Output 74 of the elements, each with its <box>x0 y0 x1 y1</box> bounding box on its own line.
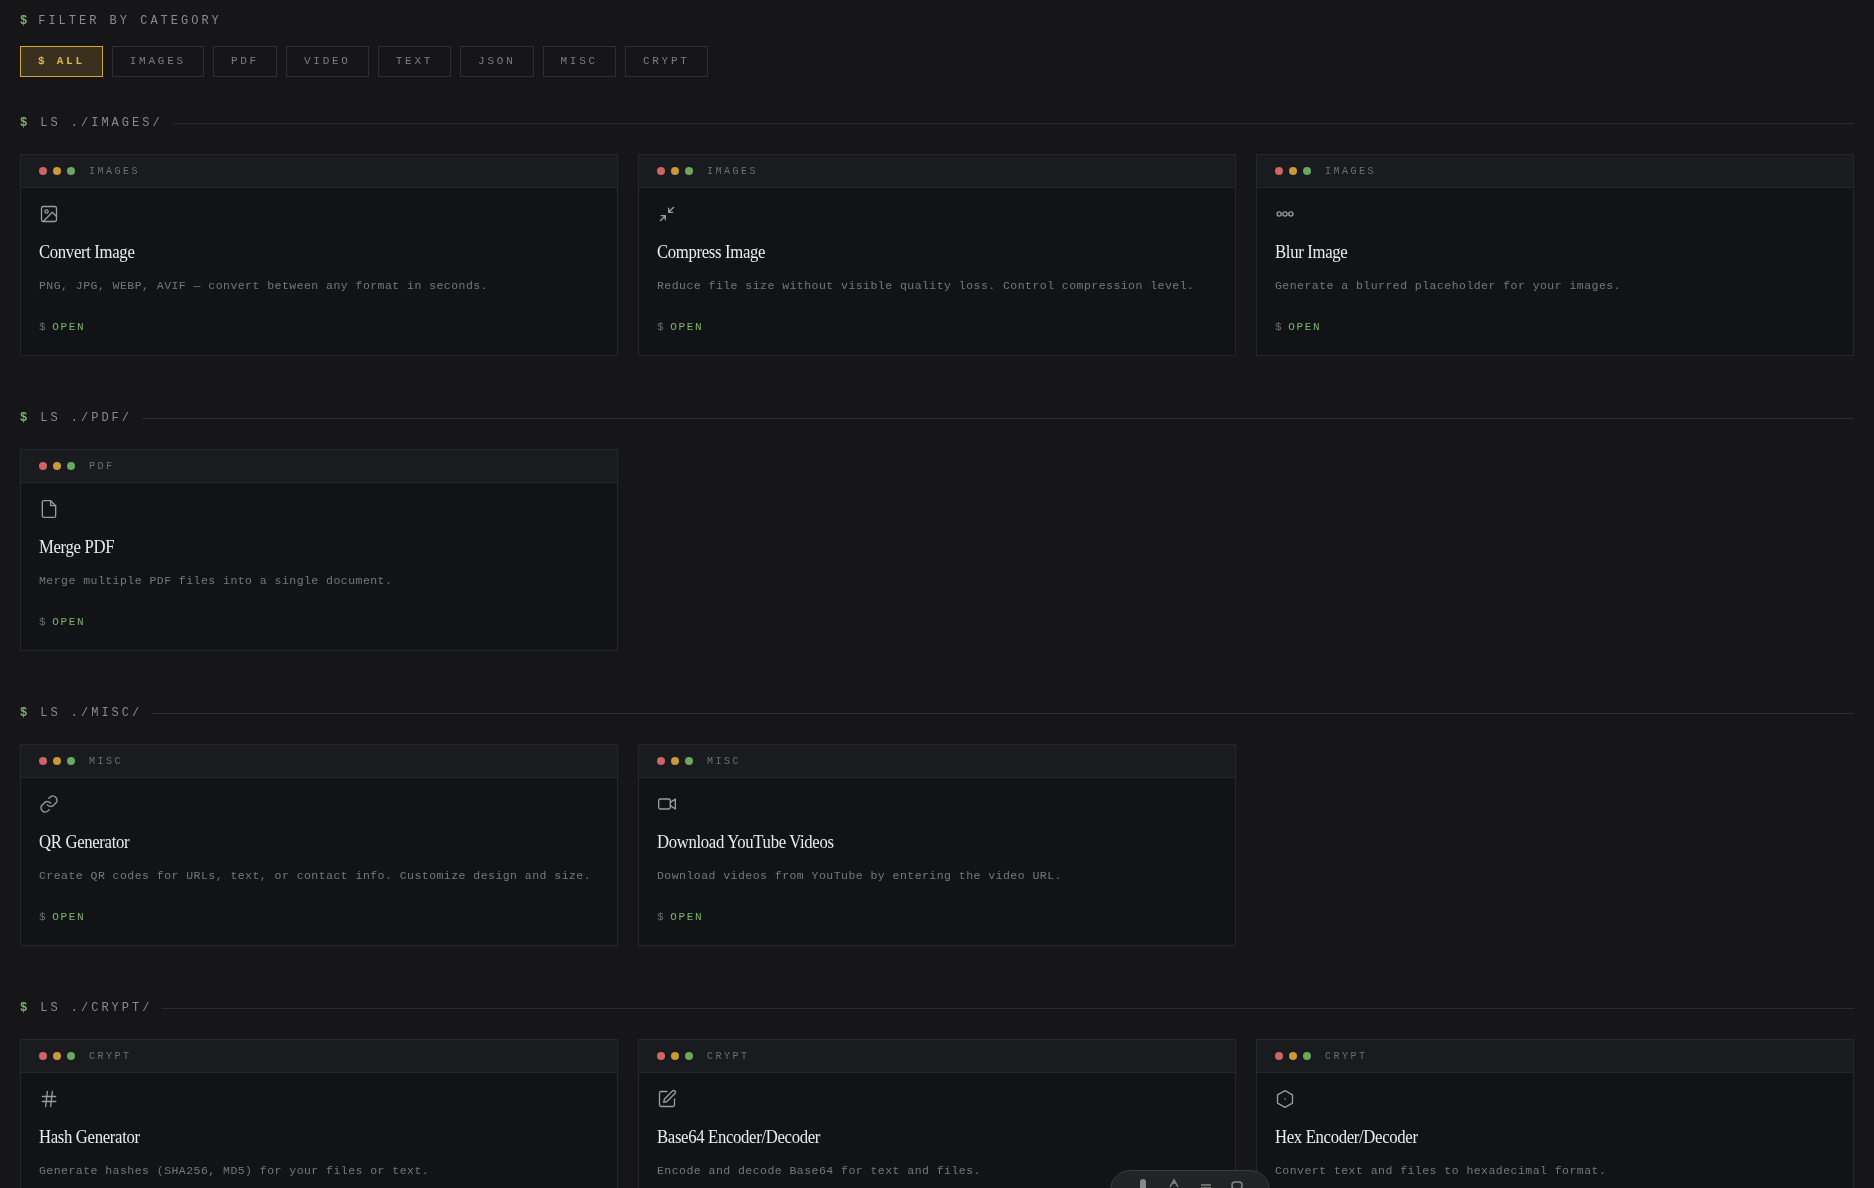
open-link[interactable]: OPEN <box>670 908 704 926</box>
prompt-symbol: $ <box>20 410 31 427</box>
card-title: Compress Image <box>657 240 766 264</box>
card-category: IMAGES <box>1325 164 1376 179</box>
filter-heading: FILTER BY CATEGORY <box>38 13 222 30</box>
filter-button[interactable]: PDF <box>212 46 277 77</box>
card-title: Hash Generator <box>39 1125 140 1149</box>
card-description: Convert text and files to hexadecimal format. <box>1275 1162 1608 1179</box>
open-link[interactable]: OPEN <box>1288 318 1322 336</box>
file-icon <box>39 499 59 519</box>
open-link[interactable]: OPEN <box>670 318 704 336</box>
prompt-symbol: $ <box>39 319 48 335</box>
tool-card[interactable]: PDF Merge PDF Merge multiple PDF files into a single document. $ OPEN <box>20 449 618 651</box>
filter-button[interactable]: VIDEO <box>285 46 369 77</box>
card-category: PDF <box>89 459 115 474</box>
open-link[interactable]: OPEN <box>52 908 86 926</box>
open-link[interactable]: OPEN <box>52 613 86 631</box>
tool-card[interactable]: MISC QR Generator Create QR codes for URLs, text, or contact info. Customize design and size. $ OPEN <box>20 744 618 946</box>
card-title: Base64 Encoder/Decoder <box>657 1125 820 1149</box>
card-title: Download YouTube Videos <box>657 830 834 854</box>
prompt-symbol: $ <box>39 614 48 630</box>
prompt-symbol: $ <box>1275 319 1284 335</box>
prompt-symbol: $ <box>39 909 48 925</box>
tool-card[interactable]: IMAGES Compress Image Reduce file size without visible quality loss. Control compression level. $ OPEN <box>638 154 1236 356</box>
card-title: Blur Image <box>1275 240 1348 264</box>
prompt-symbol: $ <box>20 13 31 30</box>
filter-button[interactable]: CRYPT <box>624 46 708 77</box>
filter-button[interactable]: MISC <box>542 46 616 77</box>
tool-card[interactable]: IMAGES Blur Image Generate a blurred placeholder for your images. $ OPEN <box>1256 154 1854 356</box>
card-description: Download videos from YouTube by entering the video URL. <box>657 867 1063 884</box>
card-description: Generate hashes (SHA256, MD5) for your files or text. <box>39 1162 431 1179</box>
hash-icon <box>39 1089 59 1109</box>
card-description: Encode and decode Base64 for text and files. <box>657 1162 982 1179</box>
card-description: Reduce file size without visible quality loss. Control compression level. <box>657 277 1196 294</box>
prompt-symbol: $ <box>20 115 31 132</box>
tool-card[interactable]: CRYPT Hash Generator Generate hashes (SHA256, MD5) for your files or text. <box>20 1039 618 1188</box>
image-icon <box>39 204 59 224</box>
prompt-symbol: $ <box>657 909 666 925</box>
section-heading: LS ./MISC/ <box>40 705 143 722</box>
filter-button[interactable]: $ ALL <box>20 46 103 77</box>
card-description: PNG, JPG, WEBP, AVIF — convert between any format in seconds. <box>39 277 490 294</box>
section-heading: LS ./IMAGES/ <box>40 115 163 132</box>
compress-icon <box>657 204 677 224</box>
tool-card[interactable]: IMAGES Convert Image PNG, JPG, WEBP, AVIF — convert between any format in seconds. $ OPEN <box>20 154 618 356</box>
card-title: Merge PDF <box>39 535 115 559</box>
link-icon <box>39 794 59 814</box>
tool-card[interactable]: MISC Download YouTube Videos Download videos from YouTube by entering the video URL. $ OPEN <box>638 744 1236 946</box>
card-description: Create QR codes for URLs, text, or contact info. Customize design and size. <box>39 867 593 884</box>
card-category: IMAGES <box>707 164 758 179</box>
filter-button[interactable]: JSON <box>460 46 534 77</box>
card-description: Generate a blurred placeholder for your images. <box>1275 277 1622 294</box>
card-category: CRYPT <box>707 1049 750 1064</box>
section-heading: LS ./CRYPT/ <box>40 1000 153 1017</box>
hexagon-icon <box>1275 1089 1295 1109</box>
filter-button[interactable]: IMAGES <box>111 46 204 77</box>
open-link[interactable]: OPEN <box>52 318 86 336</box>
card-category: MISC <box>89 754 123 769</box>
card-title: QR Generator <box>39 830 130 854</box>
card-category: IMAGES <box>89 164 140 179</box>
card-category: CRYPT <box>89 1049 132 1064</box>
card-title: Convert Image <box>39 240 135 264</box>
filter-button[interactable]: TEXT <box>377 46 452 77</box>
prompt-symbol: $ <box>20 1000 31 1017</box>
card-category: CRYPT <box>1325 1049 1368 1064</box>
tool-card[interactable]: CRYPT Hex Encoder/Decoder Convert text and files to hexadecimal format. <box>1256 1039 1854 1188</box>
section-heading: LS ./PDF/ <box>40 410 132 427</box>
toolbar-icon[interactable] <box>1168 1177 1181 1188</box>
tool-card[interactable]: CRYPT Base64 Encoder/Decoder Encode and decode Base64 for text and files. <box>638 1039 1236 1188</box>
card-category: MISC <box>707 754 741 769</box>
prompt-symbol: $ <box>20 705 31 722</box>
card-title: Hex Encoder/Decoder <box>1275 1125 1418 1149</box>
prompt-symbol: $ <box>657 319 666 335</box>
card-description: Merge multiple PDF files into a single document. <box>39 572 394 589</box>
edit-icon <box>657 1089 677 1109</box>
